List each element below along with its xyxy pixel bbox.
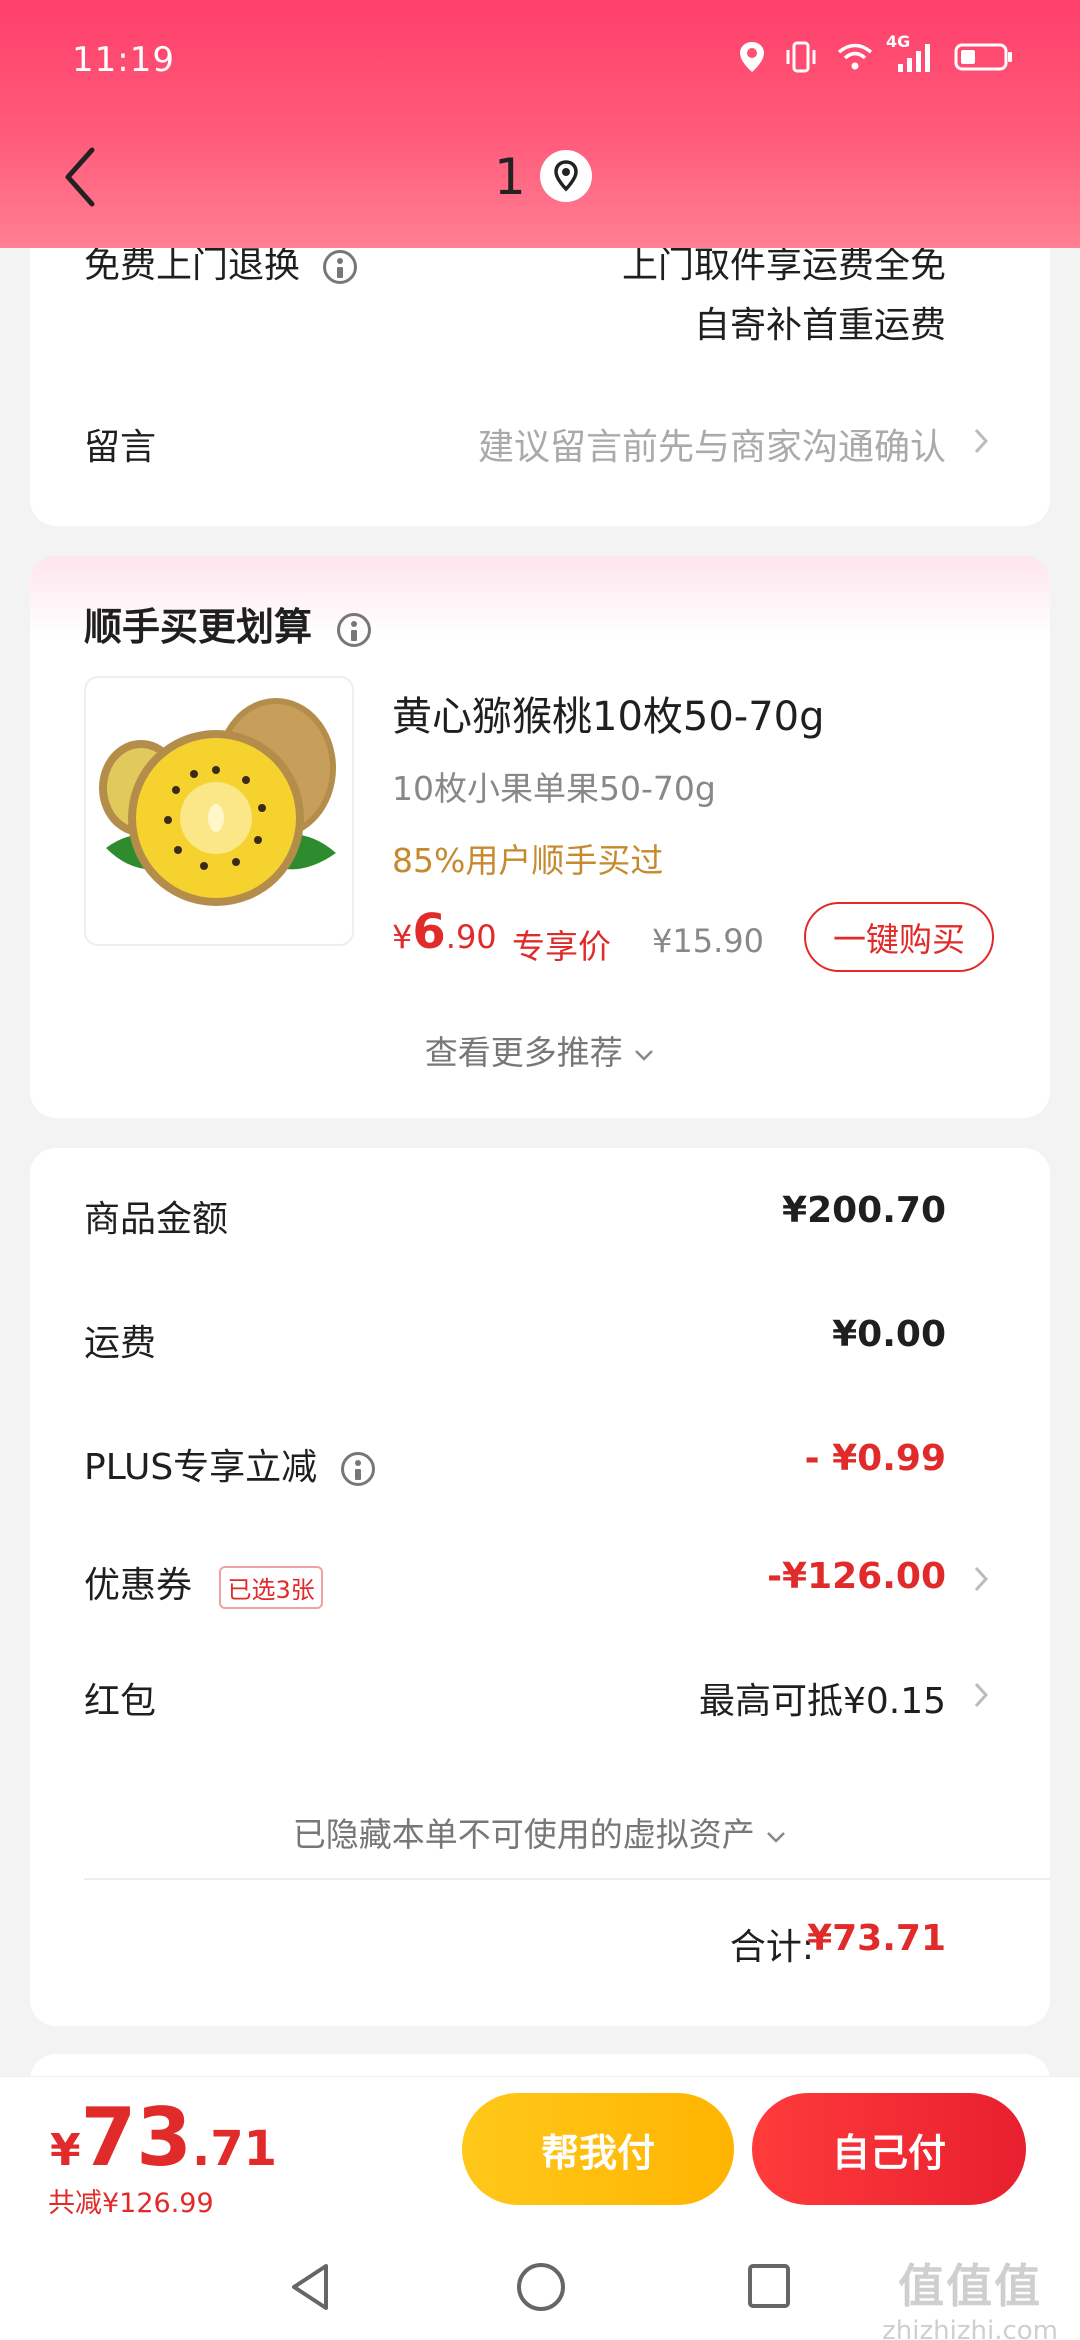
divider — [84, 1878, 1050, 1880]
coupon-value[interactable]: -¥126.00 — [767, 1556, 946, 1597]
info-icon[interactable] — [323, 250, 358, 284]
page-title: 1 — [494, 148, 526, 206]
kiwi-fruit-image — [99, 698, 336, 906]
more-recommendations[interactable]: 查看更多推荐 — [30, 1026, 1050, 1074]
hidden-assets-label: 已隐藏本单不可使用的虚拟资产 — [292, 1815, 755, 1854]
info-icon[interactable] — [337, 612, 372, 647]
total-label: 合计: — [729, 1927, 814, 1968]
total-value: ¥73.71 — [807, 1918, 946, 1959]
red-packet-value[interactable]: 最高可抵¥0.15 — [699, 1672, 946, 1724]
shipping-value: ¥0.00 — [832, 1314, 946, 1355]
location-button[interactable] — [540, 150, 592, 202]
price-integer: 6 — [412, 904, 446, 960]
plus-discount-value: - ¥0.99 — [804, 1438, 946, 1479]
info-icon[interactable] — [340, 1452, 375, 1486]
status-time: 11:19 — [72, 40, 175, 80]
network-type-label: 4G — [886, 32, 911, 51]
checkout-bar: ¥73.71 共减¥126.99 帮我付 自己付 — [0, 2076, 1080, 2236]
chevron-left-icon — [65, 147, 95, 207]
location-status-icon — [738, 40, 766, 74]
total-saved[interactable]: 共减¥126.99 — [48, 2181, 214, 2220]
coupon-label: 优惠券 — [84, 1565, 193, 1606]
red-packet-label: 红包 — [84, 1681, 157, 1722]
shipping-label: 运费 — [84, 1323, 157, 1364]
price-tag: 专享价 — [512, 927, 611, 966]
pay-integer: 73 — [80, 2091, 192, 2184]
recommend-card: 顺手买更划算 黄心猕猴桃10枚50-70g 10枚小果单果50-70g 85%用… — [30, 556, 1050, 1118]
product-social-proof: 85%用户顺手买过 — [392, 841, 664, 880]
wifi-icon — [836, 42, 874, 72]
one-click-buy-button[interactable]: 一键购买 — [804, 902, 994, 972]
nav-bar: 1 — [0, 130, 1080, 230]
pay-myself-button[interactable]: 自己付 — [752, 2093, 1026, 2205]
watermark-text: zhizhizhi.com — [882, 2316, 1058, 2340]
coupon-count-badge: 已选3张 — [219, 1565, 323, 1609]
help-me-pay-button[interactable]: 帮我付 — [462, 2093, 734, 2205]
message-label: 留言 — [84, 427, 157, 468]
nav-recents-square-icon[interactable] — [744, 2260, 794, 2314]
pay-currency: ¥ — [50, 2125, 81, 2176]
plus-discount-row: PLUS专享立减 — [84, 1438, 375, 1490]
watermark-glyph: 值值值 — [898, 2259, 1043, 2313]
coupon-row[interactable]: 优惠券 已选3张 — [84, 1556, 323, 1609]
pay-decimal: .71 — [191, 2121, 277, 2177]
goods-amount-value: ¥200.70 — [782, 1190, 946, 1231]
original-price: ¥15.90 — [652, 922, 764, 960]
location-pin-icon — [554, 160, 578, 192]
goods-amount-label: 商品金额 — [84, 1199, 229, 1240]
recommend-title-text: 顺手买更划算 — [84, 605, 313, 649]
chevron-down-icon — [635, 1049, 654, 1061]
product-spec: 10枚小果单果50-70g — [392, 769, 716, 808]
more-recommendations-label: 查看更多推荐 — [424, 1033, 623, 1072]
chevron-right-icon — [974, 1682, 989, 1708]
price-decimal: .90 — [445, 918, 497, 956]
product-name[interactable]: 黄心猕猴桃10枚50-70g — [392, 684, 825, 742]
nav-home-circle-icon[interactable] — [514, 2260, 568, 2314]
pay-total: ¥73.71 — [50, 2091, 277, 2184]
product-image[interactable] — [84, 676, 354, 946]
return-message-card: 免费上门退换 上门取件享运费全免 自寄补首重运费 留言 建议留言前先与商家沟通确… — [30, 200, 1050, 526]
status-icons: 4G — [738, 32, 1014, 74]
chevron-right-icon — [974, 428, 989, 454]
signal-4g-icon: 4G — [886, 32, 936, 74]
free-return-label: 免费上门退换 — [84, 245, 301, 286]
battery-icon — [954, 42, 1014, 72]
hidden-assets-toggle[interactable]: 已隐藏本单不可使用的虚拟资产 — [30, 1808, 1050, 1856]
free-return-detail-2: 自寄补首重运费 — [693, 305, 946, 346]
nav-back-triangle-icon[interactable] — [286, 2260, 336, 2314]
vibrate-icon — [784, 40, 818, 74]
order-summary-card: 商品金额 ¥200.70 运费 ¥0.00 PLUS专享立减 - ¥0.99 优… — [30, 1148, 1050, 2026]
status-bar: 11:19 4G — [0, 0, 1080, 120]
header: 11:19 4G 1 — [0, 0, 1080, 248]
chevron-down-icon — [767, 1831, 786, 1843]
message-input[interactable]: 建议留言前先与商家沟通确认 — [478, 418, 946, 470]
watermark-logo: 值值值 zhizhizhi.com — [882, 2250, 1058, 2340]
plus-discount-label: PLUS专享立减 — [84, 1447, 318, 1488]
recommend-title: 顺手买更划算 — [84, 596, 372, 651]
chevron-right-icon — [974, 1566, 989, 1592]
back-button[interactable] — [58, 142, 108, 212]
price-currency: ¥ — [392, 918, 413, 956]
product-price: ¥6.90 — [392, 904, 497, 960]
